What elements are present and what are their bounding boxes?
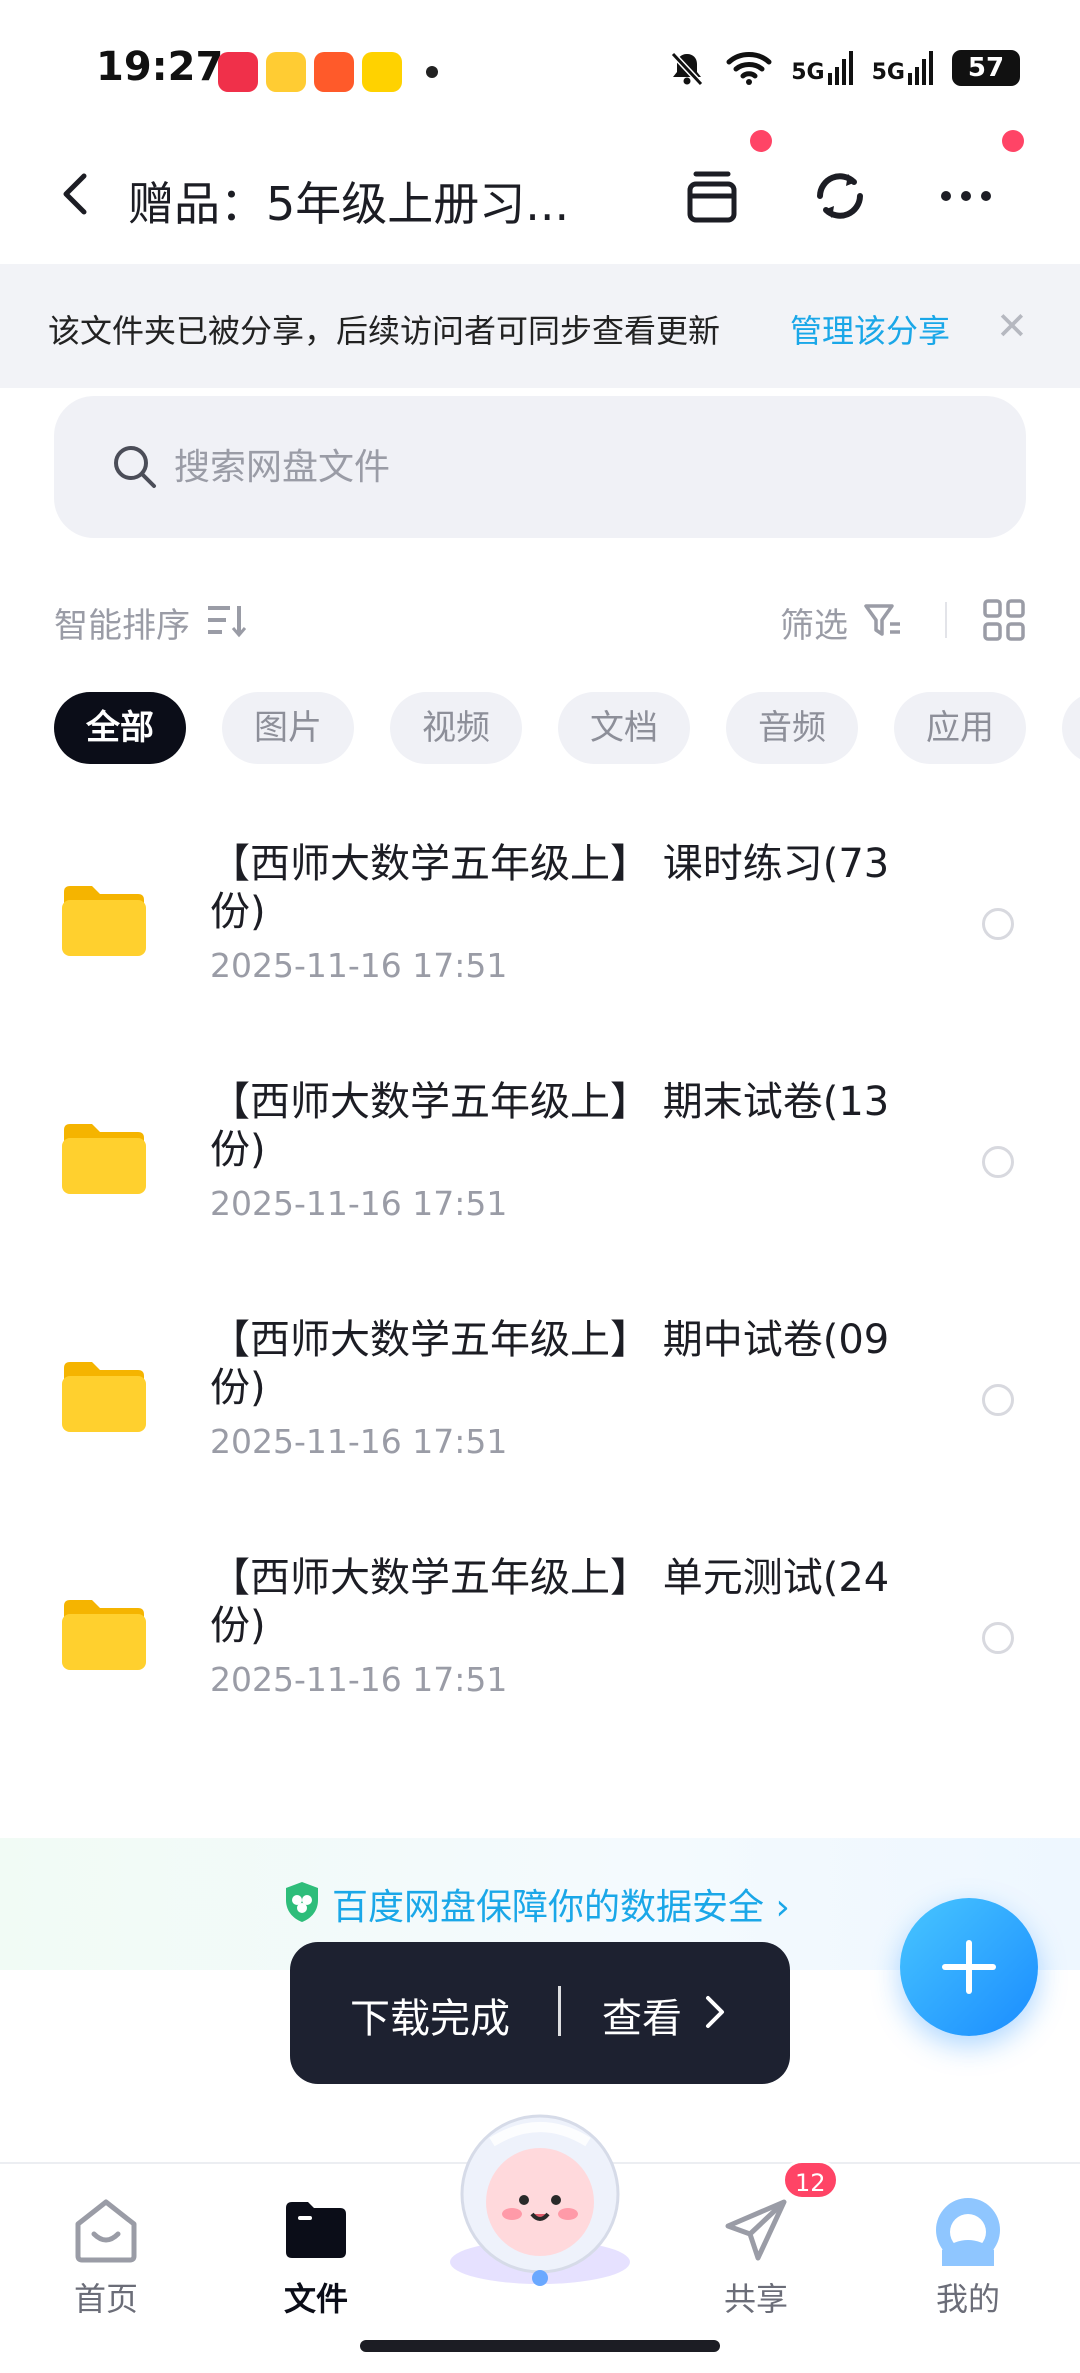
share-banner: 该文件夹已被分享，后续访问者可同步查看更新 管理该分享 ✕ bbox=[0, 264, 1080, 388]
share-banner-text: 该文件夹已被分享，后续访问者可同步查看更新 bbox=[48, 312, 721, 350]
select-checkbox[interactable] bbox=[982, 1384, 1014, 1416]
download-toast: 下载完成 查看 bbox=[290, 1942, 790, 2084]
grid-view-icon[interactable] bbox=[982, 598, 1026, 642]
add-button[interactable] bbox=[900, 1898, 1038, 2036]
file-name: 【西师大数学五年级上】 单元测试(24份) bbox=[210, 1555, 890, 1649]
home-indicator bbox=[360, 2340, 720, 2352]
more-icon[interactable] bbox=[934, 164, 998, 228]
signal-bars-icon bbox=[827, 51, 853, 85]
shield-icon bbox=[286, 1882, 318, 1922]
back-icon[interactable] bbox=[52, 170, 100, 218]
file-date: 2025-11-16 17:51 bbox=[210, 946, 508, 985]
notification-dot-icon bbox=[426, 66, 438, 78]
filter-icon[interactable] bbox=[862, 600, 902, 640]
inbox-icon[interactable] bbox=[680, 164, 744, 228]
tab-home-label: 首页 bbox=[73, 2280, 138, 2318]
mute-icon bbox=[671, 51, 704, 87]
tab-profile[interactable]: 我的 bbox=[888, 2178, 1048, 2348]
sort-filter-bar: 智能排序 筛选 bbox=[0, 590, 1080, 650]
status-bar: 19:27 5G 5G 57 bbox=[0, 0, 1080, 130]
signal-1: 5G bbox=[791, 51, 853, 85]
category-chips: 全部 图片 视频 文档 音频 应用 bbox=[54, 692, 1026, 764]
file-date: 2025-11-16 17:51 bbox=[210, 1422, 508, 1461]
select-checkbox[interactable] bbox=[982, 908, 1014, 940]
folder-icon bbox=[62, 1124, 146, 1194]
battery-indicator: 57 bbox=[952, 50, 1020, 86]
chip-documents[interactable]: 文档 bbox=[558, 692, 690, 764]
mascot-assistant-button[interactable] bbox=[432, 2102, 648, 2292]
sort-icon[interactable] bbox=[206, 602, 246, 638]
toast-message: 下载完成 bbox=[350, 1996, 510, 2042]
more-notification-dot bbox=[1002, 130, 1024, 152]
manage-share-link[interactable]: 管理该分享 bbox=[790, 306, 950, 352]
folder-icon bbox=[62, 1362, 146, 1432]
meituan-icon bbox=[362, 52, 402, 92]
toast-divider bbox=[558, 1986, 561, 2036]
search-input[interactable] bbox=[174, 440, 954, 494]
video-app-icon bbox=[314, 52, 354, 92]
select-checkbox[interactable] bbox=[982, 1146, 1014, 1178]
file-name: 【西师大数学五年级上】 期中试卷(09份) bbox=[210, 1317, 890, 1411]
chip-images[interactable]: 图片 bbox=[222, 692, 354, 764]
tab-files[interactable]: 文件 bbox=[236, 2178, 396, 2348]
chip-audio[interactable]: 音频 bbox=[726, 692, 858, 764]
tab-files-label: 文件 bbox=[283, 2280, 348, 2318]
status-time: 19:27 bbox=[96, 44, 224, 90]
page-title: 赠品：5年级上册习... bbox=[128, 177, 570, 231]
chip-apps[interactable]: 应用 bbox=[894, 692, 1026, 764]
folder-icon bbox=[62, 886, 146, 956]
file-row[interactable]: 【西师大数学五年级上】 单元测试(24份) 2025-11-16 17:51 bbox=[0, 1526, 1080, 1764]
filter-button[interactable]: 筛选 bbox=[780, 598, 848, 647]
chip-videos[interactable]: 视频 bbox=[390, 692, 522, 764]
home-icon bbox=[75, 2199, 137, 2263]
file-row[interactable]: 【西师大数学五年级上】 期末试卷(13份) 2025-11-16 17:51 bbox=[0, 1050, 1080, 1288]
signal-2: 5G bbox=[872, 51, 934, 85]
avatar-icon bbox=[936, 2198, 1000, 2266]
file-date: 2025-11-16 17:51 bbox=[210, 1184, 508, 1223]
select-checkbox[interactable] bbox=[982, 1622, 1014, 1654]
weibo-icon bbox=[266, 52, 306, 92]
inbox-notification-dot bbox=[750, 130, 772, 152]
search-box[interactable] bbox=[54, 396, 1026, 538]
security-banner-text: 百度网盘保障你的数据安全 › bbox=[332, 1887, 790, 1928]
file-row[interactable]: 【西师大数学五年级上】 期中试卷(09份) 2025-11-16 17:51 bbox=[0, 1288, 1080, 1526]
sync-icon[interactable] bbox=[808, 164, 872, 228]
divider bbox=[945, 602, 947, 638]
file-name: 【西师大数学五年级上】 期末试卷(13份) bbox=[210, 1079, 890, 1173]
file-row[interactable]: 【西师大数学五年级上】 课时练习(73份) 2025-11-16 17:51 bbox=[0, 812, 1080, 1050]
tab-share-label: 共享 bbox=[723, 2280, 788, 2318]
tab-share[interactable]: 共享 bbox=[676, 2178, 836, 2348]
file-name: 【西师大数学五年级上】 课时练习(73份) bbox=[210, 841, 890, 935]
signal-bars-icon bbox=[908, 51, 933, 85]
search-icon bbox=[114, 446, 156, 488]
folder-icon bbox=[286, 2202, 346, 2258]
share-badge: 12 bbox=[782, 2160, 839, 2200]
xiaohongshu-icon bbox=[218, 52, 258, 92]
close-icon[interactable]: ✕ bbox=[996, 304, 1028, 348]
wifi-icon bbox=[726, 52, 772, 85]
file-date: 2025-11-16 17:51 bbox=[210, 1660, 508, 1699]
chip-overflow[interactable] bbox=[1062, 692, 1080, 764]
tab-profile-label: 我的 bbox=[935, 2280, 1000, 2318]
tab-home[interactable]: 首页 bbox=[26, 2178, 186, 2348]
status-indicators: 5G 5G 57 bbox=[667, 48, 1020, 88]
folder-icon bbox=[62, 1600, 146, 1670]
nav-header: 赠品：5年级上册习... bbox=[0, 130, 1080, 260]
toast-view-button[interactable]: 查看 bbox=[602, 1986, 682, 2044]
send-icon bbox=[725, 2199, 787, 2261]
chip-all[interactable]: 全部 bbox=[54, 692, 186, 764]
chevron-right-icon[interactable] bbox=[700, 1992, 730, 2032]
sort-button[interactable]: 智能排序 bbox=[54, 598, 190, 647]
plus-icon bbox=[942, 1940, 996, 1994]
